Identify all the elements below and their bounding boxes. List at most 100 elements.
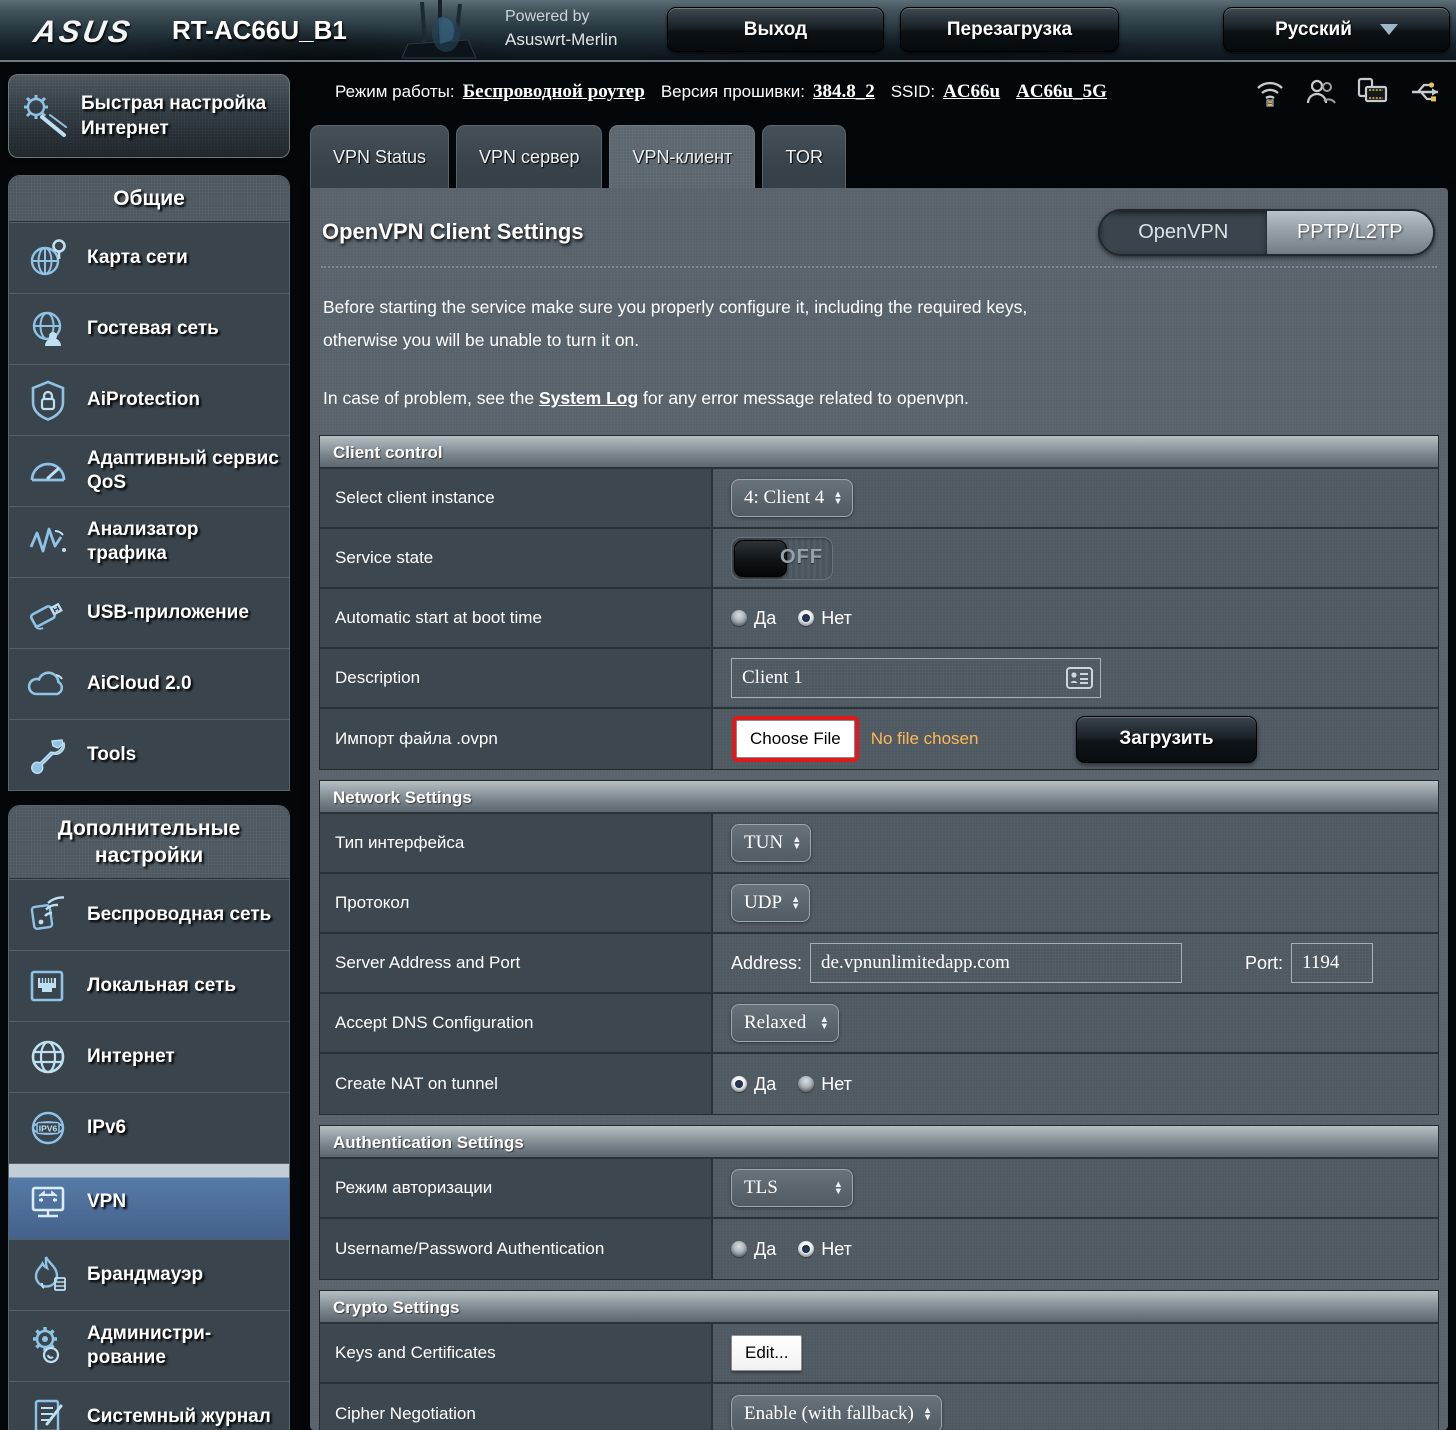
problem-before: In case of problem, see the (323, 388, 539, 408)
ssid-5g-link[interactable]: AC66u_5G (1016, 81, 1107, 103)
service-state-label: Service state (320, 529, 713, 587)
service-state-toggle[interactable]: OFF (731, 537, 833, 580)
chevron-down-icon (1380, 24, 1398, 35)
log-document-icon (9, 1394, 87, 1430)
cloud-icon (9, 661, 87, 707)
quick-setup-button[interactable]: Быстрая настройка Интернет (8, 74, 290, 158)
select-arrows-icon: ▲▼ (834, 1181, 843, 1196)
sidebar-item-lan[interactable]: Локальная сеть (9, 950, 289, 1021)
pptp-l2tp-type-button[interactable]: PPTP/L2TP (1267, 211, 1434, 254)
cipher-negotiation-select[interactable]: Enable (with fallback) ▲▼ (731, 1395, 942, 1430)
sidebar-item-aiprotection[interactable]: AiProtection (9, 364, 289, 435)
server-address-input[interactable] (810, 943, 1182, 983)
address-field-label: Address: (731, 953, 802, 974)
page-title: OpenVPN Client Settings (322, 219, 584, 245)
client-list-icon[interactable] (1066, 667, 1093, 694)
sidebar-item-administration[interactable]: Администри- рование (9, 1310, 289, 1381)
radio-yes-label: Да (754, 608, 776, 629)
radio-yes-label: Да (754, 1239, 776, 1260)
auth-mode-label: Режим авторизации (320, 1159, 713, 1217)
tab-vpn-client[interactable]: VPN-клиент (609, 125, 755, 188)
shield-icon (9, 377, 87, 423)
powered-by-line1: Powered by (505, 8, 617, 26)
table-row-client-instance: Select client instance 4: Client 4 ▲▼ (320, 469, 1438, 529)
choose-file-button[interactable]: Choose File (736, 720, 855, 758)
nat-no-radio[interactable] (798, 1076, 814, 1092)
system-log-link[interactable]: System Log (539, 388, 638, 408)
client-instance-select[interactable]: 4: Client 4 ▲▼ (731, 479, 853, 517)
mode-link[interactable]: Беспроводной роутер (463, 81, 645, 103)
quick-setup-label: Быстрая настройка Интернет (81, 91, 266, 141)
nat-yes-radio[interactable] (731, 1076, 747, 1092)
ipv6-icon: IPV6 (9, 1105, 87, 1151)
usb-status-icon[interactable] (1408, 75, 1444, 109)
autostart-no-radio[interactable] (798, 610, 814, 626)
language-label: Русский (1275, 19, 1352, 41)
interface-type-select[interactable]: TUN ▲▼ (731, 824, 811, 862)
svg-text:IPV6: IPV6 (39, 1124, 58, 1134)
vpn-client-panel: OpenVPN Client Settings OpenVPN PPTP/L2T… (310, 188, 1448, 1430)
auth-mode-select[interactable]: TLS ▲▼ (731, 1169, 853, 1207)
client-control-table: Client control Select client instance 4:… (319, 435, 1439, 770)
sidebar-item-network-map[interactable]: Карта сети (9, 222, 289, 293)
clients-status-icon[interactable] (1304, 75, 1338, 109)
sidebar-item-usb-application[interactable]: USB-приложение (9, 577, 289, 648)
quick-setup-icon (9, 91, 81, 141)
firmware-link[interactable]: 384.8_2 (813, 81, 875, 103)
userpass-no-radio[interactable] (798, 1241, 814, 1257)
sidebar-item-tools[interactable]: Tools (9, 719, 289, 790)
sidebar-item-wan[interactable]: Интернет (9, 1021, 289, 1092)
sidebar-item-qos[interactable]: Адаптивный сервис QoS (9, 435, 289, 506)
protocol-label: Протокол (320, 874, 713, 932)
reboot-button[interactable]: Перезагрузка (900, 7, 1119, 52)
tab-vpn-server[interactable]: VPN сервер (456, 125, 602, 188)
select-arrows-icon: ▲▼ (820, 1016, 829, 1031)
sidebar-item-label: Карта сети (87, 246, 194, 270)
server-address-label: Server Address and Port (320, 934, 713, 992)
accept-dns-select[interactable]: Relaxed ▲▼ (731, 1004, 839, 1042)
select-arrows-icon: ▲▼ (792, 836, 801, 851)
powered-by: Powered by Asuswrt-Merlin (505, 8, 617, 50)
autostart-radio-group: Да Нет (731, 608, 874, 629)
network-settings-table: Network Settings Тип интерфейса TUN ▲▼ П… (319, 780, 1439, 1115)
table-row-userpass-auth: Username/Password Authentication Да Нет (320, 1219, 1438, 1279)
wrench-icon (9, 732, 87, 778)
sidebar-item-label: Адаптивный сервис QoS (87, 447, 285, 495)
sidebar-item-aicloud[interactable]: AiCloud 2.0 (9, 648, 289, 719)
ssid-2g-link[interactable]: AC66u (943, 81, 1000, 103)
protocol-select[interactable]: UDP ▲▼ (731, 884, 810, 922)
tab-tor[interactable]: TOR (762, 125, 846, 188)
sidebar-item-ipv6[interactable]: IPV6 IPv6 (9, 1092, 289, 1163)
sidebar-item-system-log[interactable]: Системный журнал (9, 1381, 289, 1430)
edit-keys-button[interactable]: Edit... (731, 1335, 802, 1371)
sidebar-item-vpn[interactable]: VPN (9, 1163, 289, 1239)
server-port-input[interactable] (1291, 943, 1373, 983)
autostart-yes-radio[interactable] (731, 610, 747, 626)
intro-line2: otherwise you will be unable to turn it … (323, 330, 639, 350)
sidebar-item-wireless[interactable]: Беспроводная сеть (9, 879, 289, 950)
upload-button[interactable]: Загрузить (1076, 716, 1257, 763)
sidebar-item-traffic-analyzer[interactable]: Анализатор трафика (9, 506, 289, 577)
toggle-off-label: OFF (780, 546, 823, 569)
problem-after: for any error message related to openvpn… (638, 388, 969, 408)
sidebar-item-firewall[interactable]: Брандмауэр (9, 1239, 289, 1310)
section-header-auth: Authentication Settings (320, 1126, 1438, 1159)
devices-status-icon[interactable] (1355, 75, 1391, 109)
description-input[interactable] (731, 658, 1101, 698)
userpass-yes-radio[interactable] (731, 1241, 747, 1257)
language-selector[interactable]: Русский (1223, 7, 1450, 52)
autostart-label: Automatic start at boot time (320, 589, 713, 647)
tab-vpn-status[interactable]: VPN Status (310, 125, 449, 188)
table-row-interface-type: Тип интерфейса TUN ▲▼ (320, 814, 1438, 874)
openvpn-type-button[interactable]: OpenVPN (1100, 211, 1267, 254)
sidebar-group-general: Общие Карта сети (8, 175, 290, 791)
no-file-chosen-text: No file chosen (871, 729, 979, 749)
wifi-status-icon[interactable] (1253, 75, 1287, 109)
sidebar-item-label: Администри- рование (87, 1322, 217, 1370)
sidebar-item-label: Беспроводная сеть (87, 903, 277, 927)
sidebar-item-guest-network[interactable]: Гостевая сеть (9, 293, 289, 364)
logout-button[interactable]: Выход (667, 7, 884, 52)
sidebar-item-label: Брандмауэр (87, 1263, 209, 1287)
section-header-client-control: Client control (320, 436, 1438, 469)
sidebar: Быстрая настройка Интернет Общие Карта с… (8, 74, 290, 1430)
